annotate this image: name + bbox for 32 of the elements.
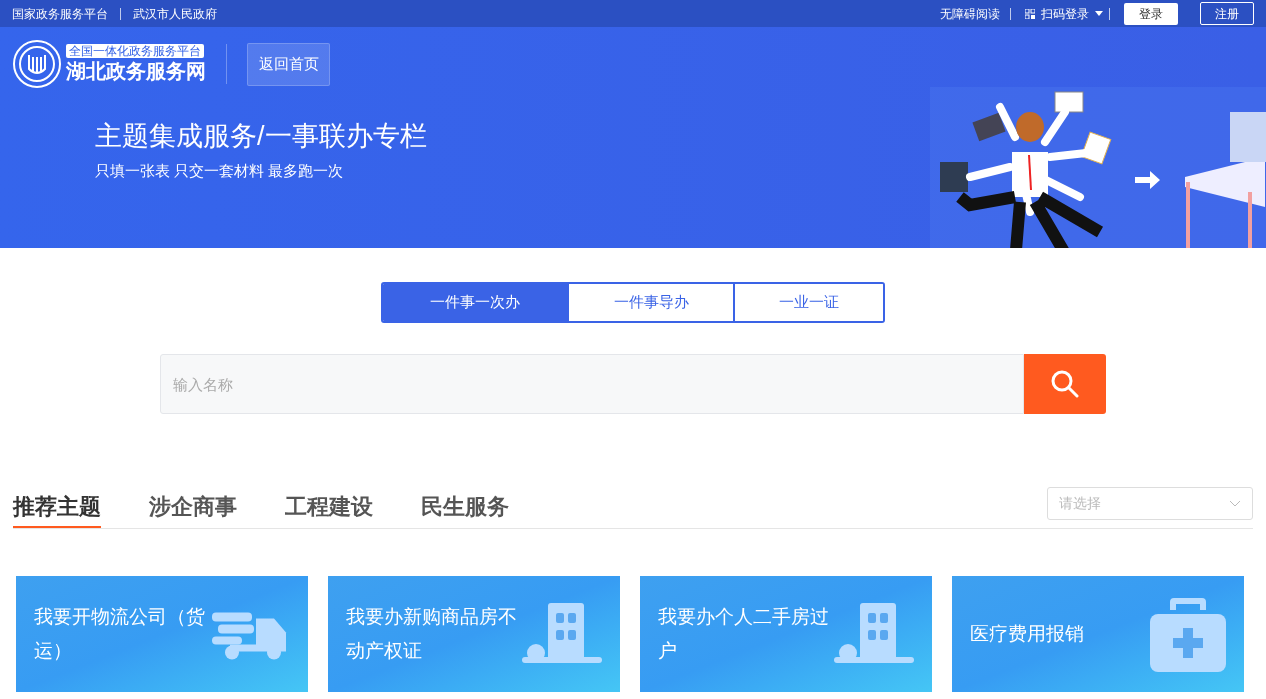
medical-kit-icon xyxy=(1150,596,1226,672)
home-button[interactable]: 返回首页 xyxy=(247,42,330,86)
mode-tab[interactable]: 一件事一次办 xyxy=(383,284,567,321)
register-button[interactable]: 注册 xyxy=(1200,2,1254,25)
building-icon xyxy=(834,603,914,665)
banner-title: 主题集成服务/一事联办专栏 xyxy=(95,120,428,153)
search-icon xyxy=(1051,370,1079,398)
emblem-logo-icon xyxy=(12,39,62,89)
card-title: 我要开物流公司（货运） xyxy=(34,605,206,663)
chevron-down-icon xyxy=(1229,500,1241,507)
category-tab[interactable]: 工程建设 xyxy=(285,486,373,528)
card-title: 医疗费用报销 xyxy=(970,622,1085,646)
building-icon xyxy=(522,603,602,665)
top-link[interactable]: 国家政务服务平台 xyxy=(12,4,108,23)
card-title: 我要办新购商品房不动产权证 xyxy=(346,605,518,663)
card-title: 我要办个人二手房过户 xyxy=(658,605,830,663)
mode-tab[interactable]: 一业一证 xyxy=(733,284,883,321)
search-field[interactable]: 输入名称 xyxy=(160,354,1024,414)
category-tab[interactable]: 涉企商事 xyxy=(149,486,237,528)
logo-subtitle: 全国一体化政务服务平台 xyxy=(66,44,204,58)
login-button[interactable]: 登录 xyxy=(1124,2,1178,25)
banner-subtitle: 只填一张表 只交一套材料 最多跑一次 xyxy=(95,161,345,181)
qr-login-link[interactable]: 扫码登录 xyxy=(1041,4,1089,23)
category-tab[interactable]: 推荐主题 xyxy=(13,486,101,528)
logo-title: 湖北政务服务网 xyxy=(66,59,206,84)
filter-placeholder: 请选择 xyxy=(1059,494,1101,513)
top-link[interactable]: 武汉市人民政府 xyxy=(133,4,217,23)
search-button[interactable] xyxy=(1024,354,1106,414)
accessibility-link[interactable]: 无障碍阅读 xyxy=(940,4,1000,23)
caret-icon xyxy=(1095,11,1103,16)
qr-code-icon xyxy=(1025,8,1035,19)
category-tab[interactable]: 民生服务 xyxy=(421,486,509,528)
